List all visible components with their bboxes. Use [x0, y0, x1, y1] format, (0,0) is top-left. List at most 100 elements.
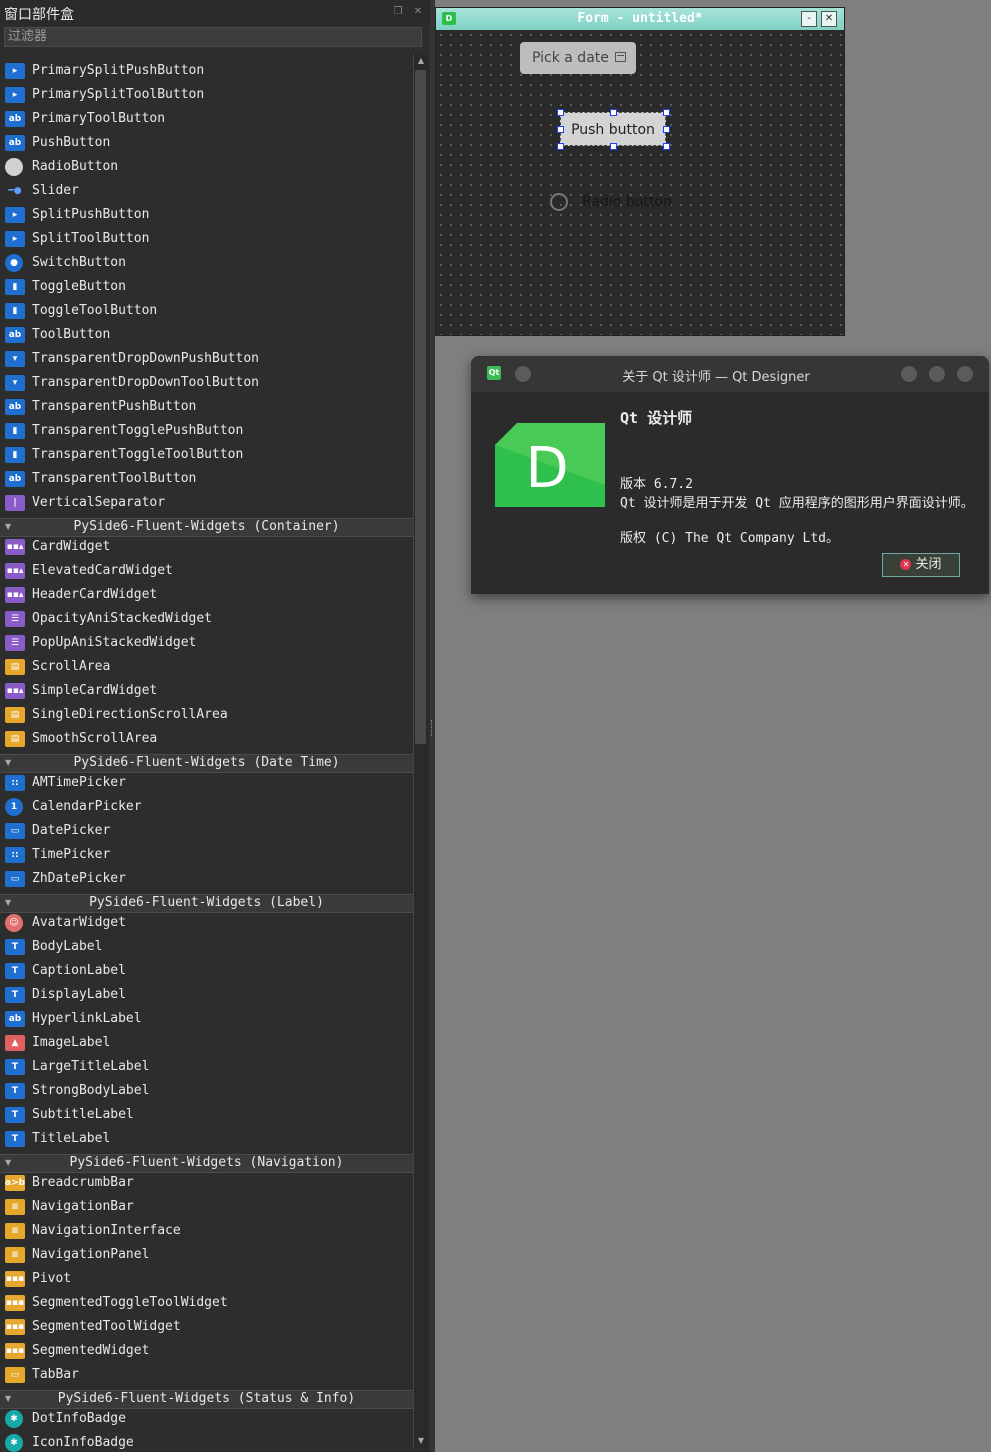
widget-list-item[interactable]: ▮ ToggleToolButton: [0, 299, 413, 323]
widget-list-item[interactable]: a>b BreadcrumbBar: [0, 1171, 413, 1195]
widget-list-item[interactable]: ● SwitchButton: [0, 251, 413, 275]
widget-list-item[interactable]: ▪▪▴ ElevatedCardWidget: [0, 559, 413, 583]
minimize-button[interactable]: -: [801, 11, 817, 27]
widget-list-item-label: AMTimePicker: [32, 775, 126, 790]
widget-list-item[interactable]: ≡ NavigationBar: [0, 1195, 413, 1219]
widget-list-item[interactable]: ab TransparentToolButton: [0, 467, 413, 491]
widget-list-item[interactable]: ▭ DatePicker: [0, 819, 413, 843]
widget-list-item-label: NavigationPanel: [32, 1247, 150, 1262]
form-canvas[interactable]: Pick a date Push button Radio button: [436, 30, 844, 335]
selection-handle[interactable]: [557, 143, 564, 150]
widget-list-item-label: PopUpAniStackedWidget: [32, 635, 197, 650]
widget-list-item[interactable]: ▾ TransparentDropDownToolButton: [0, 371, 413, 395]
selection-handle[interactable]: [610, 143, 617, 150]
widget-list-item[interactable]: ▭ TabBar: [0, 1363, 413, 1387]
selection-handle[interactable]: [557, 126, 564, 133]
navigation-icon: ≡: [5, 1247, 25, 1263]
dropdown-icon: ▾: [5, 375, 25, 391]
widget-list-item[interactable]: ▤ SingleDirectionScrollArea: [0, 703, 413, 727]
widget-list-item[interactable]: T LargeTitleLabel: [0, 1055, 413, 1079]
widget-list-item[interactable]: T SubtitleLabel: [0, 1103, 413, 1127]
widget-list-item[interactable]: ▤ SmoothScrollArea: [0, 727, 413, 751]
widget-list-item-label: TimePicker: [32, 847, 111, 862]
close-window-icon[interactable]: [957, 366, 973, 382]
widget-list-item[interactable]: 1 CalendarPicker: [0, 795, 413, 819]
card-icon: ▪▪▴: [5, 587, 25, 603]
widget-list-item[interactable]: ✱ IconInfoBadge: [0, 1431, 413, 1452]
selection-handle[interactable]: [663, 126, 670, 133]
widget-list-item[interactable]: :: AMTimePicker: [0, 771, 413, 795]
widget-list-item[interactable]: ▪▪▴ HeaderCardWidget: [0, 583, 413, 607]
widget-list-item[interactable]: T DisplayLabel: [0, 983, 413, 1007]
widget-list-item[interactable]: ≡ NavigationPanel: [0, 1243, 413, 1267]
widget-list-item[interactable]: ▪▪▴ SimpleCardWidget: [0, 679, 413, 703]
widget-list-item[interactable]: T CaptionLabel: [0, 959, 413, 983]
date-picker-icon: ▭: [5, 871, 25, 887]
close-button[interactable]: ✕: [821, 11, 837, 27]
split-button-icon: ▸: [5, 87, 25, 103]
scrollbar-thumb[interactable]: [415, 70, 426, 744]
scroll-down-icon[interactable]: ▼: [416, 1436, 426, 1446]
widget-list-item[interactable]: ≡ NavigationInterface: [0, 1219, 413, 1243]
widget-list-item[interactable]: ━● Slider: [0, 179, 413, 203]
widget-list-item[interactable]: | VerticalSeparator: [0, 491, 413, 515]
widget-list-item[interactable]: ▸ SplitToolButton: [0, 227, 413, 251]
widget-list-item[interactable]: ✱ DotInfoBadge: [0, 1407, 413, 1431]
widget-box-panel: 窗口部件盒 ❐ ✕ 过滤器 ▸ PrimarySplitPushButton ▸ Pr…: [0, 0, 430, 1452]
widget-list-item[interactable]: ☺ AvatarWidget: [0, 911, 413, 935]
app-name: Qt 设计师: [620, 409, 693, 427]
filter-input[interactable]: 过滤器: [4, 27, 422, 47]
widget-list-item[interactable]: ▲ ImageLabel: [0, 1031, 413, 1055]
widget-list-item-label: TransparentToggleToolButton: [32, 447, 244, 462]
widget-list-item[interactable]: ▮ TransparentTogglePushButton: [0, 419, 413, 443]
widget-list-item[interactable]: T StrongBodyLabel: [0, 1079, 413, 1103]
image-icon: ▲: [5, 1035, 25, 1051]
selection-handle[interactable]: [557, 109, 564, 116]
widget-list-item[interactable]: ▭ ZhDatePicker: [0, 867, 413, 891]
widget-list-item[interactable]: ▸ PrimarySplitPushButton: [0, 59, 413, 83]
widget-list-item[interactable]: ▪▪▪ SegmentedToolWidget: [0, 1315, 413, 1339]
selection-handle[interactable]: [663, 109, 670, 116]
widget-list-item[interactable]: ☰ OpacityAniStackedWidget: [0, 607, 413, 631]
widget-list-item-label: SubtitleLabel: [32, 1107, 134, 1122]
toggle-icon: ▮: [5, 303, 25, 319]
pick-date-label: Pick a date: [532, 50, 609, 66]
widget-list-item[interactable]: T BodyLabel: [0, 935, 413, 959]
selection-handle[interactable]: [610, 109, 617, 116]
widget-list-item[interactable]: ▪▪▴ CardWidget: [0, 535, 413, 559]
widget-list-item-label: ToggleToolButton: [32, 303, 158, 318]
widget-list-item[interactable]: ▸ SplitPushButton: [0, 203, 413, 227]
widget-list-item[interactable]: ab HyperlinkLabel: [0, 1007, 413, 1031]
widget-list-item[interactable]: ▮ TransparentToggleToolButton: [0, 443, 413, 467]
float-dock-icon[interactable]: ❐: [392, 6, 404, 18]
close-dialog-button[interactable]: ✕ 关闭: [882, 553, 960, 577]
widget-list-item[interactable]: :: TimePicker: [0, 843, 413, 867]
widget-list-item[interactable]: ▸ PrimarySplitToolButton: [0, 83, 413, 107]
widget-list-item[interactable]: T TitleLabel: [0, 1127, 413, 1151]
maximize-window-icon[interactable]: [929, 366, 945, 382]
widget-list-item[interactable]: ab PushButton: [0, 131, 413, 155]
calendar-picker[interactable]: Pick a date: [520, 42, 636, 74]
breadcrumb-icon: a>b: [5, 1175, 25, 1191]
widget-list-item[interactable]: ▮ ToggleButton: [0, 275, 413, 299]
widget-list-item[interactable]: ab TransparentPushButton: [0, 395, 413, 419]
widget-list-item[interactable]: ab ToolButton: [0, 323, 413, 347]
minimize-window-icon[interactable]: [901, 366, 917, 382]
radio-indicator[interactable]: [550, 193, 568, 211]
widget-list-item[interactable]: ▾ TransparentDropDownPushButton: [0, 347, 413, 371]
widget-list-item[interactable]: ▪▪▪ Pivot: [0, 1267, 413, 1291]
form-title: Form - untitled*: [577, 11, 703, 26]
widget-list-item[interactable]: ☰ PopUpAniStackedWidget: [0, 631, 413, 655]
selection-handle[interactable]: [663, 143, 670, 150]
close-dock-icon[interactable]: ✕: [412, 6, 424, 18]
widget-list-item[interactable]: ab PrimaryToolButton: [0, 107, 413, 131]
widget-list-item[interactable]: RadioButton: [0, 155, 413, 179]
scroll-up-icon[interactable]: ▲: [416, 56, 426, 66]
widget-list-item[interactable]: ▪▪▪ SegmentedWidget: [0, 1339, 413, 1363]
widget-list-scrollbar[interactable]: ▲ ▼: [413, 54, 428, 1448]
widget-list-item[interactable]: ▤ ScrollArea: [0, 655, 413, 679]
radio-button[interactable]: Radio button: [550, 193, 690, 215]
logo-letter: D: [525, 436, 568, 501]
widget-list-item[interactable]: ▪▪▪ SegmentedToggleToolWidget: [0, 1291, 413, 1315]
push-button[interactable]: Push button: [560, 112, 666, 146]
